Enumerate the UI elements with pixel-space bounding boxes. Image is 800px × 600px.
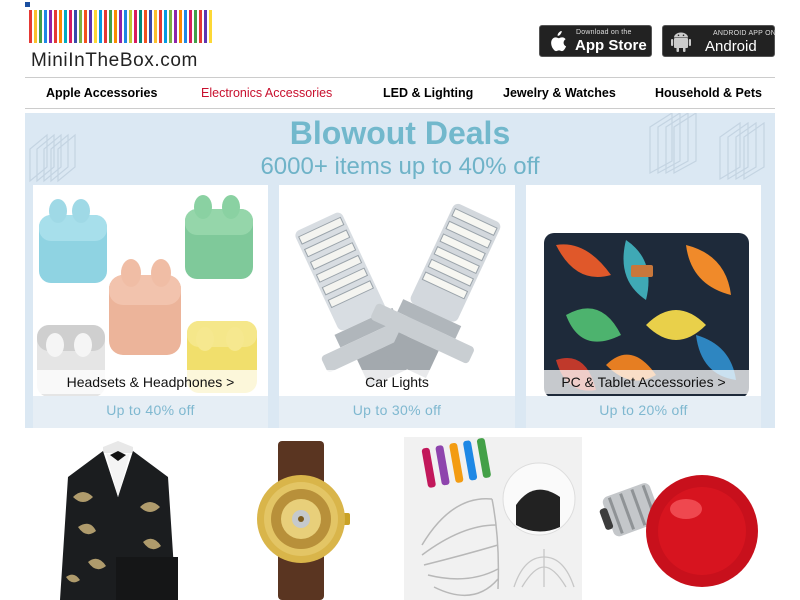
product-watch[interactable]	[250, 437, 360, 600]
nav-item-household-pets[interactable]: Household & Pets	[655, 86, 762, 100]
nav-item-jewelry-watches[interactable]: Jewelry & Watches	[503, 86, 616, 100]
deal-card-label[interactable]: Car Lights	[279, 370, 515, 394]
android-badge[interactable]: ANDROID APP ON Android	[662, 25, 776, 57]
corner-marker	[25, 2, 30, 7]
nav-item-led-lighting[interactable]: LED & Lighting	[383, 86, 473, 100]
nav-item-electronics-accessories[interactable]: Electronics Accessories	[201, 86, 332, 100]
app-store-small-text: Download on the	[576, 29, 632, 36]
blowout-deals-banner[interactable]: Blowout Deals 6000+ items up to 40% off …	[25, 113, 775, 428]
watch-image	[257, 441, 350, 600]
deal-card-label[interactable]: PC & Tablet Accessories >	[526, 370, 761, 394]
deal-card-discount: Up to 30% off	[279, 396, 515, 428]
banner-title: Blowout Deals	[289, 115, 511, 151]
deal-card-pc-tablet[interactable]: PC & Tablet Accessories > Up to 20% off	[526, 185, 761, 428]
tuxedo-image	[60, 441, 178, 600]
red-bulb-image	[599, 475, 758, 587]
app-store-badge[interactable]: Download on the App Store	[539, 25, 652, 57]
scalp-massager-image	[404, 437, 582, 600]
app-store-big-text: App Store	[575, 37, 647, 54]
product-red-bulb[interactable]	[598, 437, 768, 600]
category-nav: Apple Accessories Electronics Accessorie…	[25, 77, 775, 109]
deal-card-discount: Up to 40% off	[33, 396, 268, 428]
product-tuxedo[interactable]	[48, 437, 188, 600]
nav-item-apple-accessories[interactable]: Apple Accessories	[46, 86, 157, 100]
deal-card-car-lights[interactable]: Car Lights Up to 30% off	[279, 185, 515, 428]
deal-card-label[interactable]: Headsets & Headphones >	[33, 370, 268, 394]
logo-barcode	[29, 10, 215, 43]
banner-subtitle: 6000+ items up to 40% off	[260, 153, 540, 180]
logo-text: MiniInTheBox.com	[31, 50, 198, 71]
deal-card-discount: Up to 20% off	[526, 396, 761, 428]
deal-card-headsets[interactable]: Headsets & Headphones > Up to 40% off	[33, 185, 268, 428]
product-scalp-massager[interactable]	[404, 437, 582, 600]
apple-icon	[551, 31, 567, 52]
android-small-text: ANDROID APP ON	[713, 30, 776, 37]
android-big-text: Android	[705, 38, 757, 55]
site-logo[interactable]: MiniInTheBox.com	[29, 10, 215, 71]
android-icon	[671, 32, 691, 52]
